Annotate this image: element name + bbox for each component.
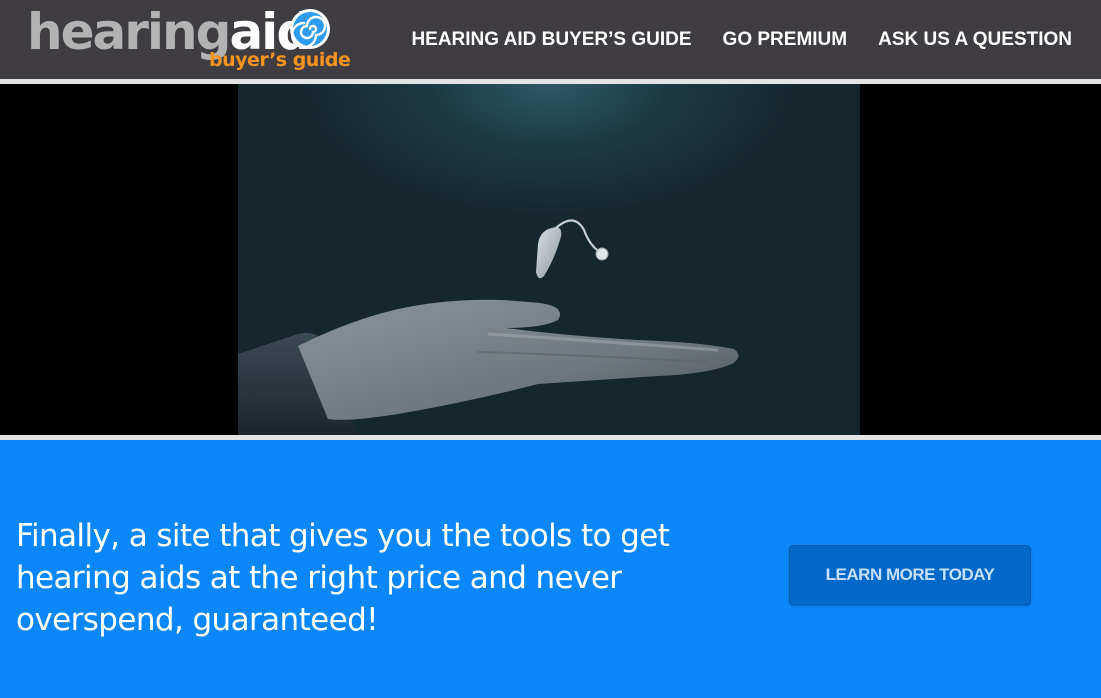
- main-nav: HEARING AID BUYER’S GUIDE GO PREMIUM ASK…: [411, 28, 1072, 52]
- site-logo[interactable]: hearingaid buyer’s guide: [27, 3, 351, 76]
- nav-ask-question[interactable]: ASK US A QUESTION: [878, 28, 1072, 52]
- nav-buyers-guide[interactable]: HEARING AID BUYER’S GUIDE: [411, 28, 691, 52]
- video-band: [0, 84, 1101, 440]
- hero-headline: Finally, a site that gives you the tools…: [16, 518, 670, 638]
- learn-more-button[interactable]: LEARN MORE TODAY: [789, 545, 1031, 605]
- logo-tagline: buyer’s guide: [209, 49, 351, 71]
- site-header: hearingaid buyer’s guide HEARING AID BUY…: [0, 0, 1101, 84]
- hand-with-hearing-aid-image: [238, 219, 739, 435]
- logo-word-hearing: hearing: [27, 3, 231, 61]
- logo-swirl-icon: [290, 9, 330, 49]
- nav-go-premium[interactable]: GO PREMIUM: [723, 28, 848, 52]
- hero-video[interactable]: [238, 84, 860, 435]
- hero-section: Finally, a site that gives you the tools…: [0, 440, 1101, 698]
